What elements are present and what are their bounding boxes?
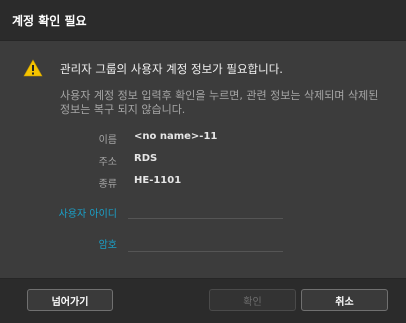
dialog-title: 계정 확인 필요 (12, 14, 87, 28)
dialog-title-bar: 계정 확인 필요 (0, 0, 406, 41)
user-id-input[interactable] (128, 204, 283, 219)
info-label-name: 이름 (98, 135, 117, 146)
password-label: 암호 (98, 240, 117, 251)
confirm-button[interactable]: 확인 (209, 289, 296, 311)
info-value-name: <no name>-11 (134, 131, 218, 142)
user-id-label: 사용자 아이디 (58, 209, 117, 220)
skip-button[interactable]: 넘어가기 (27, 289, 113, 311)
message-headline: 관리자 그룹의 사용자 계정 정보가 필요합니다. (60, 62, 283, 76)
account-confirm-dialog: 계정 확인 필요 관리자 그룹의 사용자 계정 정보가 필요합니다. 사용자 계… (0, 0, 406, 323)
info-label-type: 종류 (98, 179, 117, 190)
info-value-type: HE-1101 (134, 175, 182, 186)
message-description: 사용자 계정 정보 입력후 확인을 누르면, 관련 정보는 삭제되며 삭제된 정… (60, 89, 379, 116)
info-label-address: 주소 (98, 157, 117, 168)
cancel-button[interactable]: 취소 (301, 289, 388, 311)
password-input[interactable] (128, 237, 283, 252)
info-value-address: RDS (134, 153, 158, 164)
warning-icon (23, 59, 43, 77)
